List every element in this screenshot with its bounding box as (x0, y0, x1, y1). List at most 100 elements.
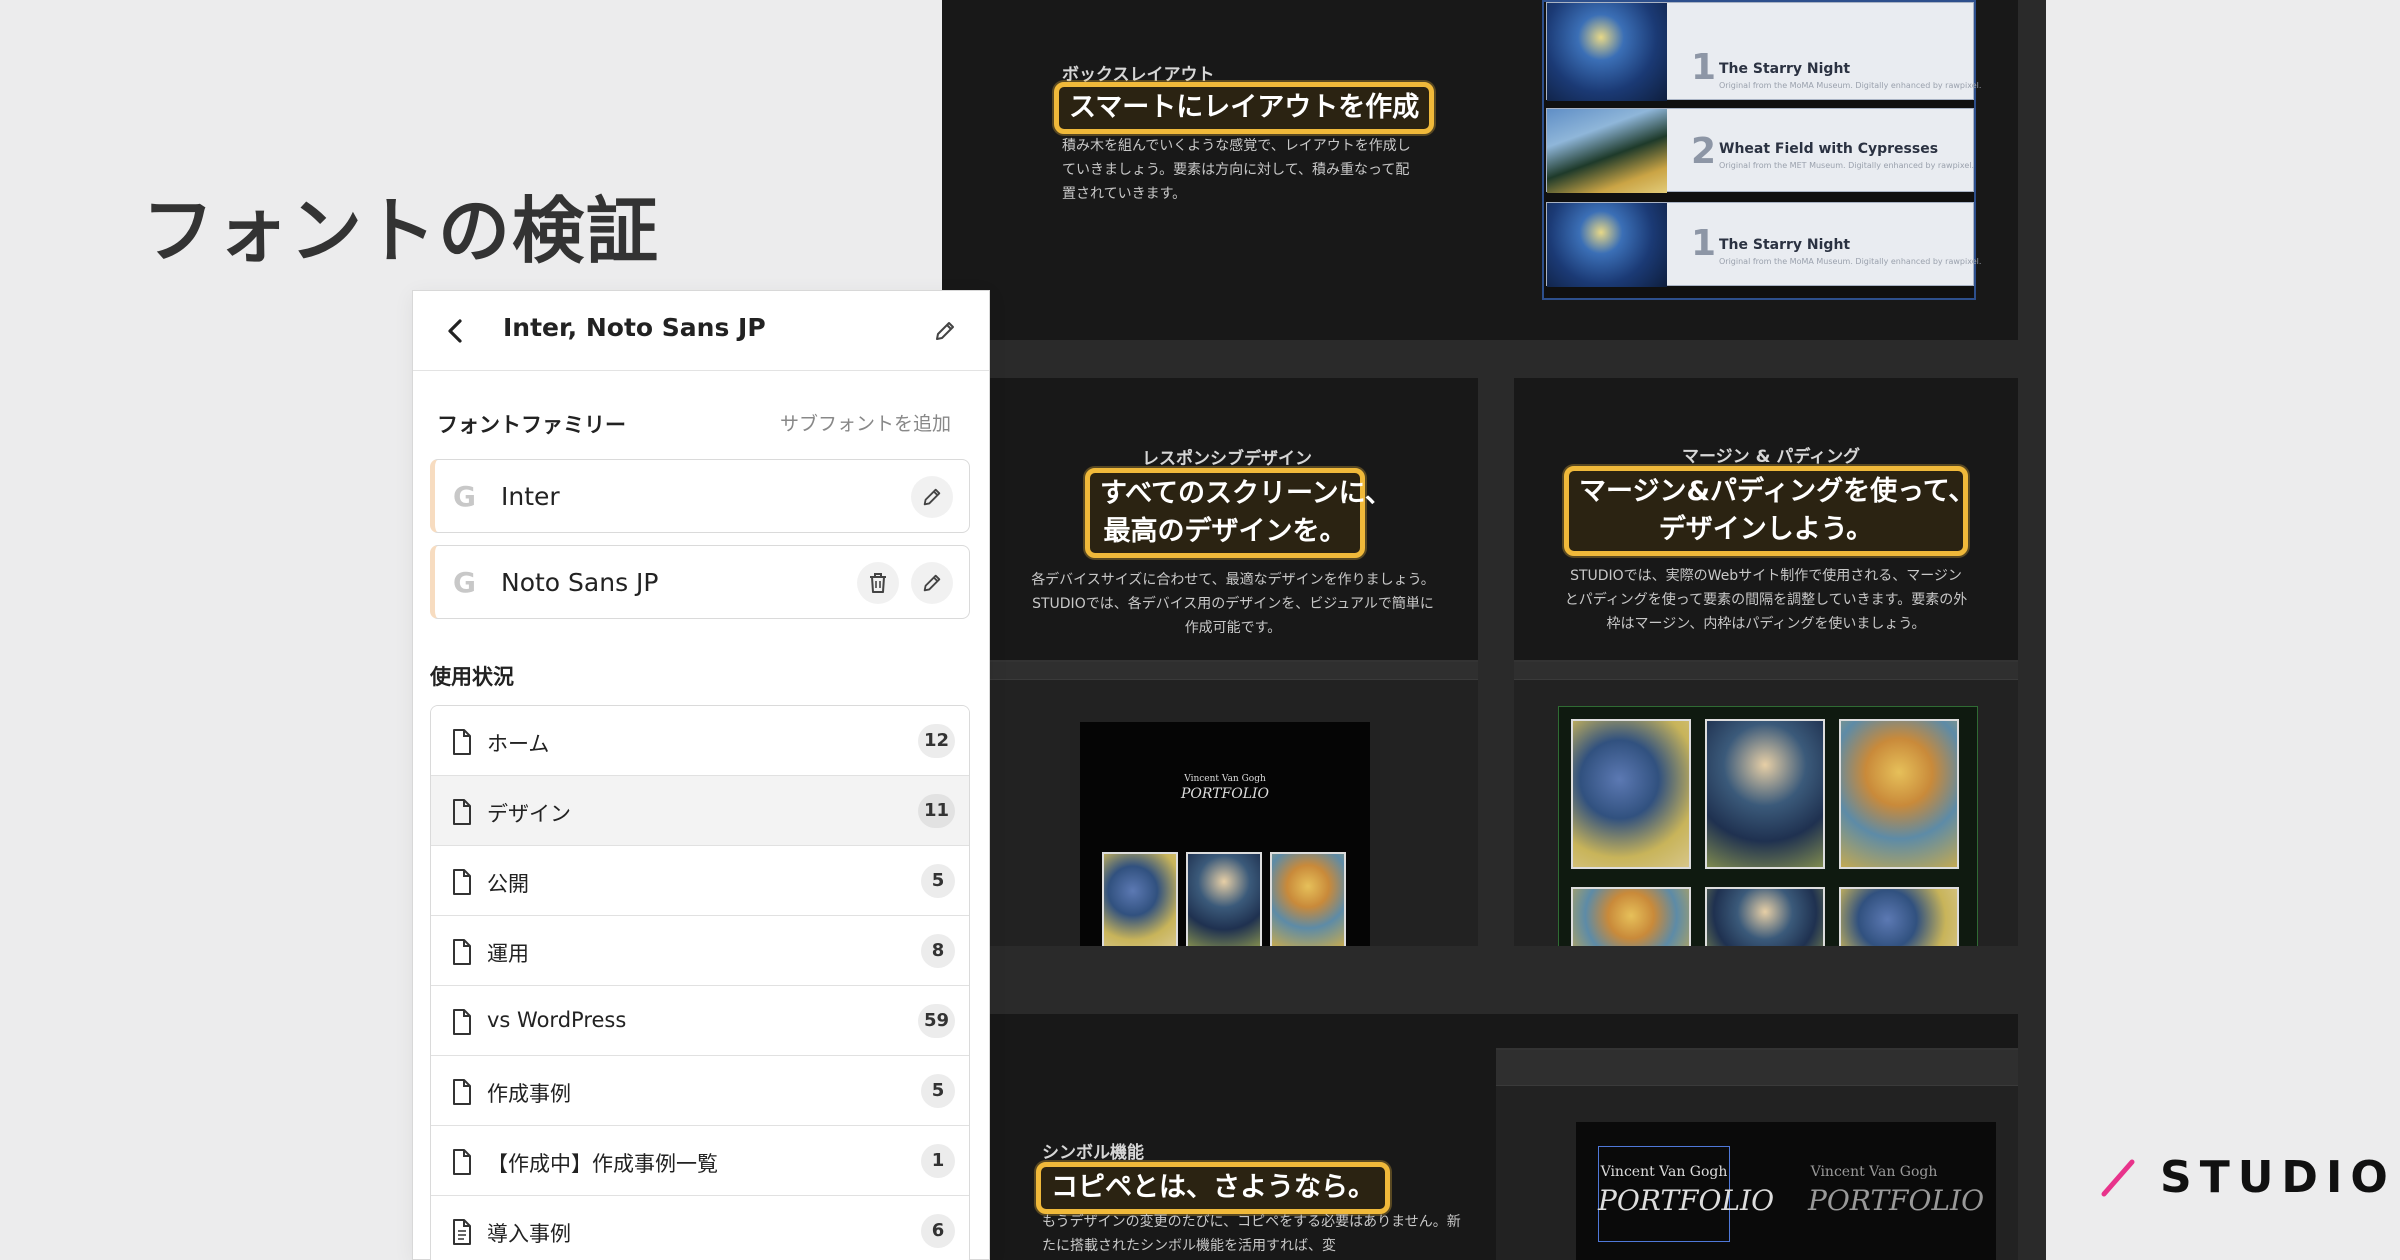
font-settings-panel: Inter, Noto Sans JP フォントファミリー サブフォントを追加 … (412, 290, 990, 1260)
font-row-inter[interactable]: G Inter (430, 459, 970, 533)
trash-icon (870, 573, 886, 593)
list-item: 1 The Starry Night Original from the MoM… (1546, 2, 1981, 101)
document-text-icon (453, 1219, 471, 1245)
google-fonts-icon: G (453, 566, 476, 599)
usage-count-badge: 59 (917, 1004, 955, 1038)
responsive-section: レスポンシブデザイン すべてのスクリーンに、 最高のデザインを。 各デバイスサイ… (990, 378, 1478, 946)
painting-thumbnail (1547, 109, 1667, 193)
usage-label: 公開 (487, 872, 529, 896)
painting-thumbnail (1186, 852, 1262, 946)
usage-label: デザイン (487, 802, 571, 826)
mock-title: Vincent Van Gogh (1810, 1164, 1938, 1180)
usage-count-badge: 5 (921, 1074, 955, 1108)
margin-section: マージン & パディング マージン&パディングを使って、 デザインしよう。 ST… (1514, 378, 2018, 946)
brand-name: STUDIO (2160, 1152, 2396, 1203)
document-icon (453, 939, 471, 965)
painting-thumbnail (1839, 719, 1959, 869)
usage-count-badge: 6 (921, 1214, 955, 1248)
usage-row-publish[interactable]: 公開 5 (431, 846, 969, 916)
painting-thumbnail (1270, 852, 1346, 946)
painting-thumbnail (1705, 719, 1825, 869)
back-button[interactable] (439, 315, 471, 347)
section-heading: すべてのスクリーンに、 最高のデザインを。 (1085, 468, 1392, 558)
painting-thumbnail (1705, 887, 1825, 946)
font-name: Noto Sans JP (501, 568, 659, 597)
box-preview: 1 The Starry Night Original from the MoM… (1542, 0, 1981, 300)
app-mockup: Vincent Van Gogh PORTFOLIO (990, 660, 1478, 946)
usage-row-case-list-draft[interactable]: 【作成中】作成事例一覧 1 (431, 1126, 969, 1196)
list-item: 2 Wheat Field with Cypresses Original fr… (1546, 108, 1975, 193)
edit-font-button[interactable] (911, 476, 953, 518)
usage-label: 導入事例 (487, 1222, 571, 1246)
section-body: もうデザインの変更のたびに、コピペをする必要はありません。新たに搭載されたシンボ… (1042, 1214, 1461, 1254)
app-mockup: Vincent Van Gogh PORTFOLIO Vincent Van G… (1496, 1048, 2018, 1260)
row-subtitle: Original from the MET Museum. Digitally … (1719, 161, 1975, 170)
document-icon (453, 869, 471, 895)
edit-title-button[interactable] (929, 315, 961, 347)
document-icon (453, 729, 471, 755)
add-subfont-link[interactable]: サブフォントを追加 (780, 409, 951, 436)
chevron-left-icon (448, 319, 462, 343)
google-fonts-icon: G (453, 480, 476, 513)
usage-label: 運用 (487, 942, 529, 966)
mock-toolbar (1496, 1050, 2018, 1086)
usage-label: 作成事例 (487, 1082, 571, 1106)
usage-label: 【作成中】作成事例一覧 (487, 1152, 718, 1176)
usage-row-operation[interactable]: 運用 8 (431, 916, 969, 986)
mock-toolbar (990, 662, 1478, 680)
row-subtitle: Original from the MoMA Museum. Digitally… (1719, 81, 1982, 90)
row-number: 2 (1691, 131, 1717, 172)
heading-line: マージン&パディングを使って、 (1579, 476, 1976, 507)
document-icon (453, 1009, 471, 1035)
painting-thumbnail (1547, 3, 1667, 101)
mock-logo: PORTFOLIO (1598, 1184, 1775, 1217)
painting-thumbnail (1571, 719, 1691, 869)
section-body: 各デバイスサイズに合わせて、最適なデザインを作りましょう。STUDIOでは、各デ… (1031, 572, 1435, 636)
mock-artboard: Vincent Van Gogh PORTFOLIO (1080, 722, 1370, 946)
mock-title: Vincent Van Gogh (1184, 774, 1266, 784)
row-number: 1 (1691, 223, 1717, 264)
design-canvas: ボックスレイアウト スマートにレイアウトを作成 積み木を組んでいくような感覚で、… (942, 0, 2046, 1260)
panel-header: Inter, Noto Sans JP (413, 291, 989, 371)
row-title: The Starry Night (1719, 237, 1851, 253)
mock-artboard: Vincent Van Gogh PORTFOLIO Vincent Van G… (1576, 1122, 1996, 1260)
painting-thumbnail (1547, 203, 1667, 287)
edit-font-button[interactable] (911, 562, 953, 604)
usage-row-adoption-cases[interactable]: 導入事例 6 (431, 1196, 969, 1260)
document-icon (453, 1149, 471, 1175)
usage-label: ホーム (487, 732, 550, 756)
font-family-label: フォントファミリー (437, 413, 626, 437)
heading-line: 最高のデザインを。 (1103, 516, 1347, 547)
row-title: Wheat Field with Cypresses (1719, 141, 1939, 157)
pencil-icon (936, 322, 954, 340)
section-label: マージン & パディング (1682, 447, 1861, 467)
pencil-icon (923, 488, 941, 506)
section-body: 積み木を組んでいくような感覚で、レイアウトを作成していきましょう。要素は方向に対… (1062, 138, 1411, 202)
usage-row-case-studies[interactable]: 作成事例 5 (431, 1056, 969, 1126)
section-heading: コピペとは、さようなら。 (1036, 1162, 1390, 1214)
pencil-icon (923, 574, 941, 592)
usage-label: vs WordPress (487, 1008, 627, 1032)
usage-row-vs-wordpress[interactable]: vs WordPress 59 (431, 986, 969, 1056)
mock-title: Vincent Van Gogh (1600, 1164, 1728, 1180)
usage-row-home[interactable]: ホーム 12 (431, 706, 969, 776)
symbol-section: シンボル機能 コピペとは、さようなら。 もうデザインの変更のたびに、コピペをする… (990, 1014, 2018, 1260)
list-item: 1 The Starry Night Original from the MoM… (1546, 202, 1981, 287)
mock-logo: PORTFOLIO (1808, 1184, 1985, 1217)
row-subtitle: Original from the MoMA Museum. Digitally… (1719, 257, 1982, 266)
delete-font-button[interactable] (857, 562, 899, 604)
font-row-noto-sans-jp[interactable]: G Noto Sans JP (430, 545, 970, 619)
row-number: 1 (1691, 47, 1717, 88)
usage-count-badge: 8 (921, 934, 955, 968)
section-body: STUDIOでは、実際のWebサイト制作で使用される、マージンとパディングを使っ… (1564, 568, 1968, 632)
usage-count-badge: 5 (921, 864, 955, 898)
page-title: フォントの検証 (142, 189, 661, 273)
usage-row-design[interactable]: デザイン 11 (431, 776, 969, 846)
heading-line: デザインしよう。 (1658, 514, 1874, 545)
painting-thumbnail (1571, 887, 1691, 946)
heading-line: すべてのスクリーンに、 (1100, 478, 1392, 509)
mock-artboard (1558, 706, 1978, 946)
mock-logo: PORTFOLIO (1180, 786, 1270, 802)
document-icon (453, 799, 471, 825)
usage-list: ホーム 12 デザイン 11 公開 5 運用 8 vs WordPress 59… (430, 705, 970, 1260)
